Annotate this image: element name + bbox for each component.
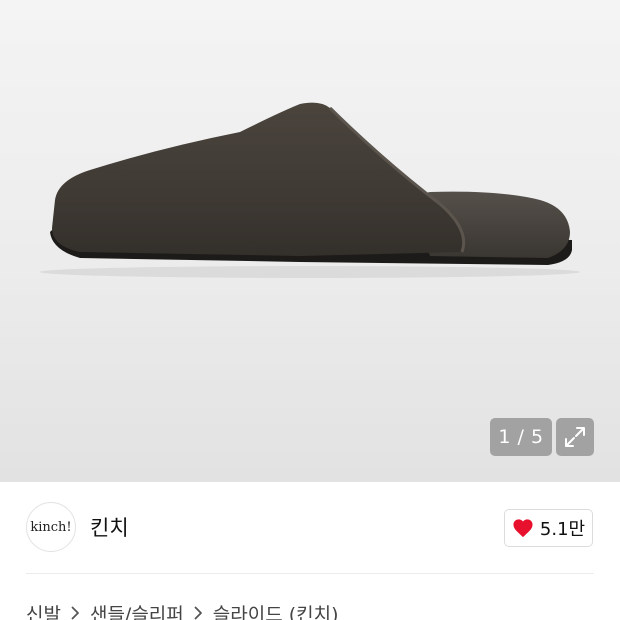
breadcrumb-item-shoes[interactable]: 신발 [26, 600, 61, 620]
product-image-gallery[interactable]: 1 / 5 [0, 0, 620, 482]
brand-logo-text: kinch! [30, 519, 72, 535]
product-page: 1 / 5 kinch! 킨치 5.1만 신발 샌들/슬리퍼 슬라이드 (킨치) [0, 0, 620, 620]
like-button[interactable]: 5.1만 [504, 509, 593, 547]
like-count: 5.1만 [539, 519, 586, 540]
brand-name[interactable]: 킨치 [90, 512, 129, 542]
chevron-right-icon [194, 606, 203, 620]
expand-arrows-icon [565, 427, 585, 447]
image-counter: 1 / 5 [490, 418, 552, 456]
breadcrumb-item-slide[interactable]: 슬라이드 (킨치) [213, 600, 339, 620]
divider [26, 573, 594, 574]
expand-image-button[interactable] [556, 418, 594, 456]
product-image [40, 102, 580, 278]
brand-logo[interactable]: kinch! [26, 502, 76, 552]
brand-row: kinch! 킨치 5.1만 [0, 482, 620, 574]
breadcrumb-item-sandals-slippers[interactable]: 샌들/슬리퍼 [90, 600, 184, 620]
breadcrumb: 신발 샌들/슬리퍼 슬라이드 (킨치) [26, 598, 339, 620]
heart-icon [513, 519, 533, 538]
chevron-right-icon [71, 606, 80, 620]
